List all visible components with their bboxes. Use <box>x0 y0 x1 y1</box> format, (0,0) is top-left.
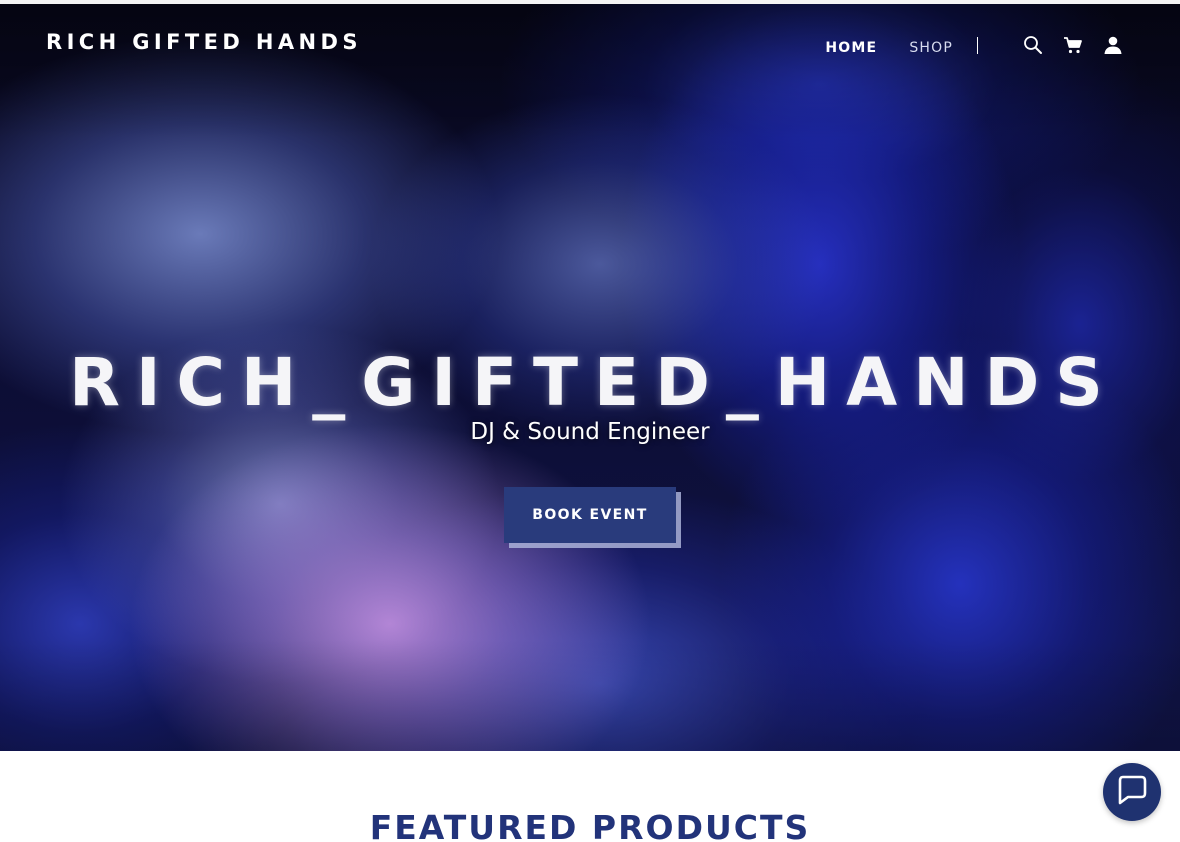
site-logo[interactable]: RICH GIFTED HANDS <box>46 30 362 54</box>
chat-button[interactable] <box>1103 763 1161 821</box>
hero-subtitle: DJ & Sound Engineer <box>470 419 710 445</box>
book-event-wrapper: BOOK EVENT <box>504 487 681 548</box>
hero-title: RICH_GIFTED_HANDS <box>69 344 1119 421</box>
cart-icon[interactable] <box>1062 34 1084 56</box>
nav-divider <box>977 36 978 54</box>
main-nav: HOME SHOP <box>825 31 1124 59</box>
nav-shop-link[interactable]: SHOP <box>909 35 953 56</box>
search-icon[interactable] <box>1022 34 1044 56</box>
hero-section: RICH GIFTED HANDS HOME SHOP RICH_GIFTED_… <box>0 4 1180 751</box>
account-icon[interactable] <box>1102 34 1124 56</box>
book-event-button[interactable]: BOOK EVENT <box>504 487 676 543</box>
top-border <box>0 0 1180 4</box>
featured-products-heading: FEATURED PRODUCTS <box>369 808 811 842</box>
chat-icon <box>1115 773 1149 812</box>
nav-home-link[interactable]: HOME <box>825 35 877 56</box>
